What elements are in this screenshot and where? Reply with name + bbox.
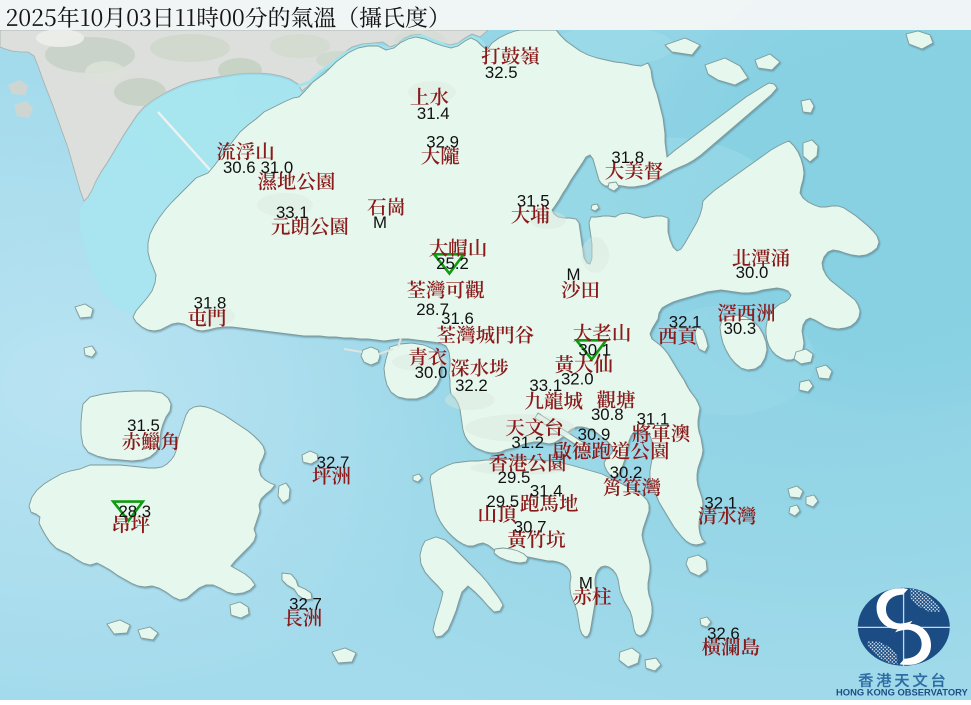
svg-text:31.2: 31.2 [511, 433, 544, 452]
svg-text:31.4: 31.4 [417, 104, 450, 123]
svg-text:31.8: 31.8 [194, 294, 227, 313]
svg-text:31.0: 31.0 [261, 158, 294, 177]
svg-text:M: M [579, 574, 593, 593]
svg-text:M: M [567, 265, 581, 284]
svg-text:33.1: 33.1 [276, 203, 309, 222]
svg-text:31.5: 31.5 [517, 192, 550, 211]
svg-text:25.2: 25.2 [436, 254, 469, 273]
svg-text:32.7: 32.7 [317, 453, 350, 472]
svg-text:30.0: 30.0 [415, 363, 448, 382]
svg-text:32.5: 32.5 [485, 63, 518, 82]
svg-text:29.5: 29.5 [498, 468, 531, 487]
svg-text:32.1: 32.1 [669, 313, 702, 332]
svg-text:33.1: 33.1 [529, 376, 562, 395]
svg-text:30.8: 30.8 [591, 405, 624, 424]
svg-text:30.3: 30.3 [724, 319, 757, 338]
svg-text:31.6: 31.6 [441, 309, 474, 328]
svg-text:32.9: 32.9 [426, 133, 459, 152]
svg-text:HONG KONG OBSERVATORY: HONG KONG OBSERVATORY [836, 687, 969, 698]
svg-text:28.3: 28.3 [118, 502, 151, 521]
svg-text:30.6: 30.6 [223, 158, 256, 177]
svg-text:32.7: 32.7 [289, 595, 322, 614]
svg-text:30.0: 30.0 [736, 263, 769, 282]
svg-text:32.1: 32.1 [704, 494, 737, 513]
svg-text:30.7: 30.7 [514, 518, 547, 537]
svg-text:31.1: 31.1 [637, 410, 670, 429]
svg-text:M: M [373, 213, 387, 232]
svg-text:32.2: 32.2 [455, 376, 488, 395]
svg-text:31.5: 31.5 [127, 416, 160, 435]
svg-text:31.4: 31.4 [530, 482, 563, 501]
svg-text:30.9: 30.9 [578, 425, 611, 444]
svg-text:30.2: 30.2 [610, 463, 643, 482]
svg-text:29.5: 29.5 [486, 492, 519, 511]
svg-text:32.0: 32.0 [561, 370, 594, 389]
svg-text:32.6: 32.6 [707, 624, 740, 643]
svg-text:31.8: 31.8 [611, 148, 644, 167]
